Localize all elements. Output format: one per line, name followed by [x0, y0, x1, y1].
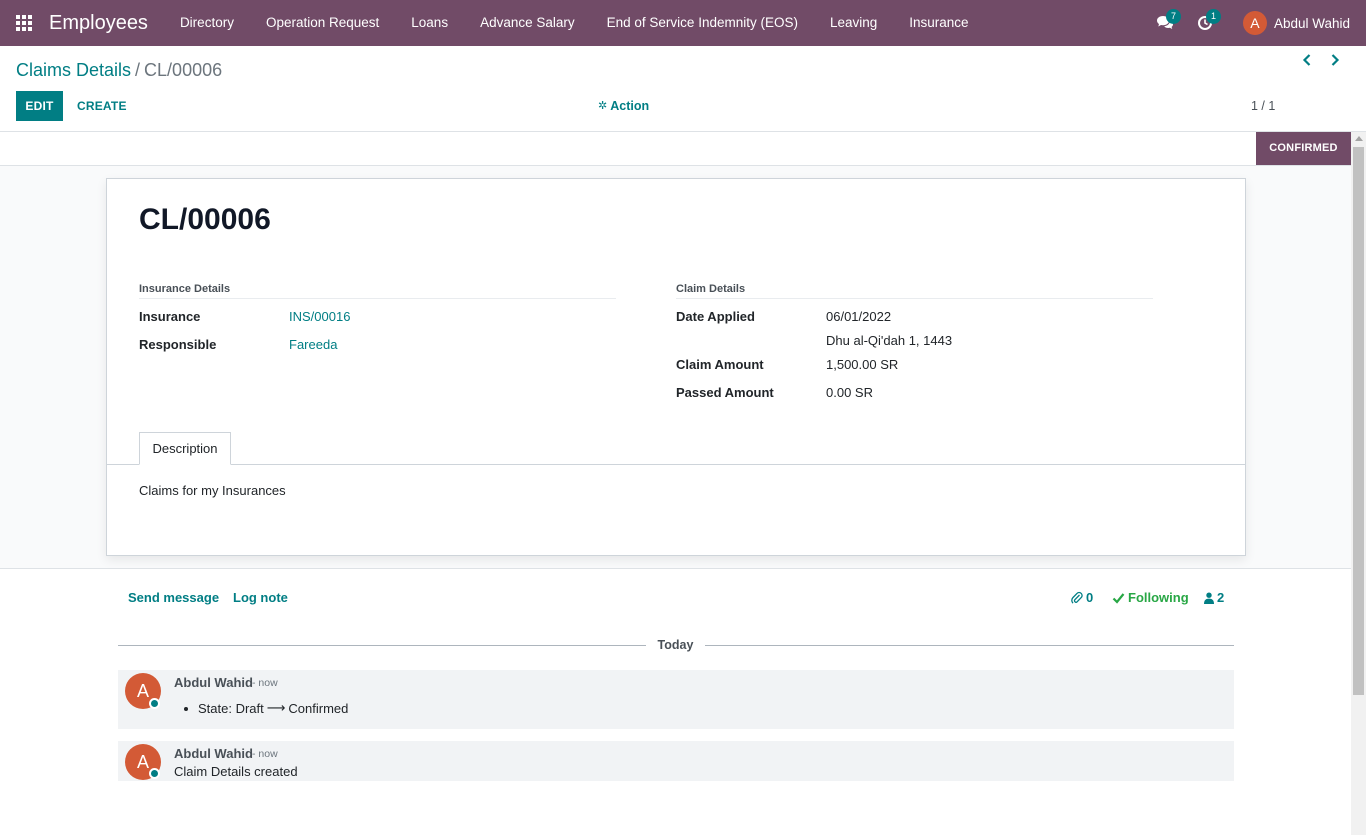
breadcrumb-separator: / [135, 60, 141, 80]
edit-button[interactable]: EDIT [16, 91, 63, 121]
following-label: Following [1128, 590, 1189, 605]
paperclip-icon [1071, 591, 1083, 605]
pager-value[interactable]: 1 / 1 [1251, 91, 1275, 121]
menu-item-leaving[interactable]: Leaving [814, 0, 893, 46]
claim-details-group: Claim Details Date Applied 06/01/2022 Dh… [676, 283, 1153, 400]
status-stage-confirmed[interactable]: CONFIRMED [1256, 132, 1351, 165]
message-author[interactable]: Abdul Wahid [174, 746, 253, 761]
tracking-old-value: Draft [235, 700, 264, 716]
breadcrumb: Claims Details / CL/00006 [16, 60, 222, 81]
send-message-button[interactable]: Send message [128, 590, 219, 605]
tracking-field: State: [198, 700, 232, 716]
record-title: CL/00006 [139, 203, 271, 236]
insurance-label: Insurance [139, 309, 201, 324]
user-avatar: A [1242, 11, 1267, 35]
breadcrumb-current: CL/00006 [144, 60, 223, 80]
action-menu-button[interactable]: ✲ Action [598, 91, 649, 121]
passed-amount-label: Passed Amount [676, 385, 774, 400]
claim-amount-value: 1,500.00 SR [826, 357, 899, 372]
activities-count-badge: 1 [1205, 9, 1221, 24]
menu-item-eos[interactable]: End of Service Indemnity (EOS) [591, 0, 814, 46]
responsible-link[interactable]: Fareeda [289, 335, 337, 355]
date-applied-field: Date Applied 06/01/2022 [676, 307, 1153, 327]
app-title[interactable]: Employees [49, 12, 148, 35]
attachments-count: 0 [1086, 590, 1094, 605]
form-sheet: CL/00006 Insurance Details Insurance INS… [106, 178, 1246, 556]
main-menu: Directory Operation Request Loans Advanc… [164, 0, 985, 46]
chatter-topbar: Send message Log note 0 Following 2 [0, 582, 1351, 614]
messages-count-badge: 7 [1165, 9, 1181, 24]
insurance-details-title: Insurance Details [139, 283, 616, 299]
insurance-link[interactable]: INS/00016 [289, 307, 350, 327]
message-time: - now [252, 748, 278, 760]
online-status-icon [149, 768, 160, 779]
scrollbar-thumb[interactable] [1353, 147, 1364, 695]
check-icon [1112, 592, 1125, 604]
menu-item-directory[interactable]: Directory [164, 0, 250, 46]
claim-amount-field: Claim Amount 1,500.00 SR [676, 355, 1153, 375]
breadcrumb-parent-link[interactable]: Claims Details [16, 60, 131, 80]
pager-next-icon[interactable] [1327, 52, 1343, 68]
messaging-menu[interactable]: 7 [1145, 0, 1185, 46]
message-time: - now [252, 677, 278, 689]
control-panel: Claims Details / CL/00006 EDIT CREATE ✲ Ac… [0, 46, 1366, 132]
top-navbar: Employees Directory Operation Request Lo… [0, 0, 1366, 46]
claim-details-title: Claim Details [676, 283, 1153, 299]
hijri-date-value: Dhu al-Qi'dah 1, 1443 [826, 333, 953, 348]
date-separator-label: Today [657, 638, 694, 652]
action-label: Action [610, 99, 650, 113]
menu-item-loans[interactable]: Loans [395, 0, 464, 46]
arrow-right-icon: ⟶ [266, 700, 286, 715]
chatter-message: A Abdul Wahid - now Claim Details create… [118, 741, 1234, 781]
date-separator: Today [118, 637, 1234, 655]
activity-menu[interactable]: 1 [1185, 0, 1225, 46]
date-applied-value: 06/01/2022 [826, 309, 892, 324]
log-note-button[interactable]: Log note [233, 590, 288, 605]
user-name: Abdul Wahid [1273, 15, 1350, 31]
vertical-scrollbar[interactable] [1351, 132, 1366, 835]
following-button[interactable]: Following [1112, 590, 1189, 605]
user-menu[interactable]: A Abdul Wahid [1242, 11, 1350, 35]
create-button[interactable]: CREATE [77, 91, 127, 121]
insurance-details-group: Insurance Details Insurance INS/00016 Re… [139, 283, 616, 352]
responsible-label: Responsible [139, 337, 217, 352]
gear-icon: ✲ [598, 100, 608, 112]
tab-description[interactable]: Description [139, 432, 231, 465]
attachments-button[interactable]: 0 [1071, 590, 1093, 605]
form-statusbar: CONFIRMED [0, 132, 1351, 166]
tracking-value: State: Draft ⟶ Confirmed [184, 700, 349, 716]
insurance-field: Insurance INS/00016 [139, 307, 616, 327]
online-status-icon [149, 698, 160, 709]
menu-item-advance-salary[interactable]: Advance Salary [464, 0, 591, 46]
chatter-message: A Abdul Wahid - now State: Draft ⟶ Confirm… [118, 670, 1234, 729]
user-icon [1204, 592, 1214, 604]
message-body: Claim Details created [174, 764, 298, 779]
apps-menu-icon[interactable] [0, 0, 48, 46]
responsible-field: Responsible Fareeda [139, 335, 616, 355]
menu-item-insurance[interactable]: Insurance [893, 0, 984, 46]
date-applied-label: Date Applied [676, 309, 755, 324]
scroll-up-arrow-icon[interactable] [1355, 136, 1363, 141]
menu-item-operation-request[interactable]: Operation Request [250, 0, 395, 46]
pager-previous-icon[interactable] [1299, 52, 1315, 68]
hijri-date-field: Dhu al-Qi'dah 1, 1443 [676, 331, 1153, 351]
passed-amount-value: 0.00 SR [826, 385, 873, 400]
followers-button[interactable]: 2 [1204, 590, 1224, 605]
notebook-tab-divider [107, 464, 1245, 465]
description-text: Claims for my Insurances [139, 483, 286, 498]
passed-amount-field: Passed Amount 0.00 SR [676, 383, 1153, 403]
followers-count: 2 [1217, 590, 1225, 605]
message-author[interactable]: Abdul Wahid [174, 675, 253, 690]
tracking-new-value: Confirmed [288, 700, 349, 716]
claim-amount-label: Claim Amount [676, 357, 764, 372]
